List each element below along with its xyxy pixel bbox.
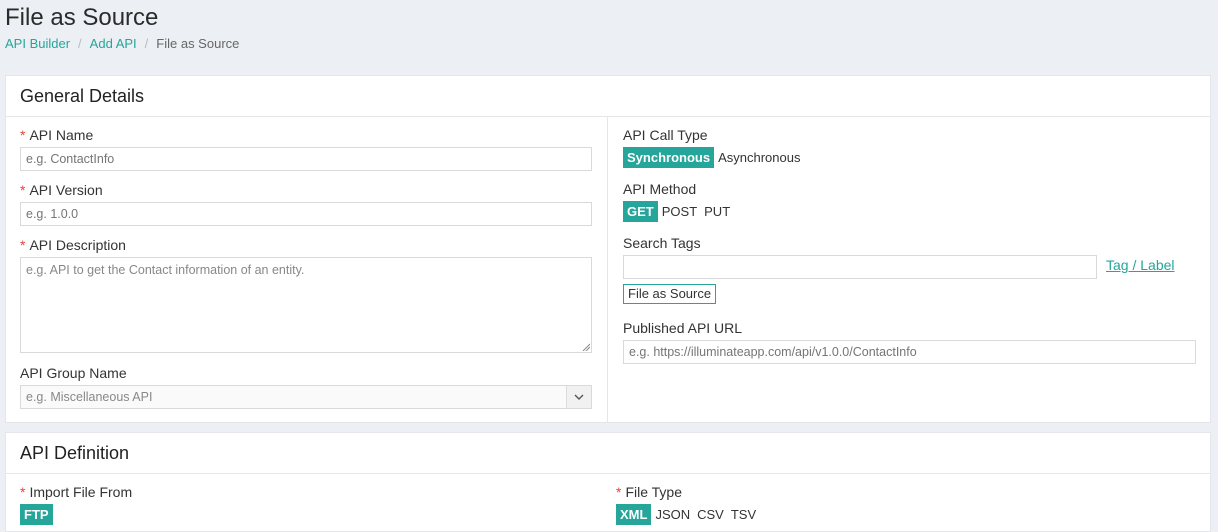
- method-get[interactable]: GET: [623, 201, 658, 222]
- import-file-from-label: * Import File From: [20, 484, 133, 500]
- api-method-group: GET POST PUT: [623, 201, 737, 222]
- breadcrumb-separator: /: [78, 36, 82, 51]
- resize-grip-icon[interactable]: [582, 343, 590, 351]
- api-group-select[interactable]: e.g. Miscellaneous API: [20, 385, 592, 409]
- required-marker: *: [20, 484, 26, 500]
- general-details-card: General Details *API Name *API Version *…: [5, 75, 1211, 423]
- breadcrumb-separator: /: [144, 36, 149, 51]
- published-url-input[interactable]: [623, 340, 1196, 364]
- page-title: File as Source: [5, 4, 159, 31]
- api-version-input[interactable]: [20, 202, 592, 226]
- general-details-heading: General Details: [6, 76, 1210, 117]
- column-divider: [607, 117, 608, 422]
- method-post[interactable]: POST: [662, 204, 697, 219]
- required-marker: *: [20, 127, 26, 143]
- api-call-type-group: Synchronous Asynchronous: [623, 147, 807, 168]
- published-url-label: Published API URL: [623, 320, 743, 336]
- tag-chip[interactable]: File as Source: [623, 284, 717, 304]
- api-definition-card: API Definition * Import File From FTP * Fi…: [5, 432, 1211, 532]
- tag-label-link[interactable]: Tag / Label: [1106, 257, 1175, 273]
- breadcrumb: API Builder / Add API / File as Source: [5, 36, 239, 51]
- breadcrumb-add-api[interactable]: Add API: [90, 36, 137, 51]
- api-name-label: * API Name: [20, 127, 94, 143]
- api-group-selected: e.g. Miscellaneous API: [26, 390, 153, 404]
- method-put[interactable]: PUT: [704, 204, 730, 219]
- chevron-down-icon[interactable]: [566, 386, 591, 408]
- api-description-label: * API Description: [20, 237, 126, 253]
- api-description-placeholder: e.g. API to get the Contact information …: [26, 263, 305, 277]
- api-group-label: API Group Name: [20, 365, 127, 381]
- api-version-label: * API Version: [20, 182, 103, 198]
- api-description-textarea[interactable]: e.g. API to get the Contact information …: [20, 257, 592, 353]
- api-call-type-label: API Call Type: [623, 127, 708, 143]
- breadcrumb-current: File as Source: [156, 36, 240, 51]
- required-marker: *: [20, 182, 26, 198]
- api-name-input[interactable]: [20, 147, 592, 171]
- required-marker: *: [20, 237, 26, 253]
- search-tags-input[interactable]: [623, 255, 1097, 279]
- call-type-synchronous[interactable]: Synchronous: [623, 147, 715, 168]
- api-definition-heading: API Definition: [6, 433, 1210, 474]
- breadcrumb-api-builder[interactable]: API Builder: [5, 36, 70, 51]
- file-type-label: * File Type: [616, 484, 682, 500]
- search-tags-label: Search Tags: [623, 235, 701, 251]
- call-type-asynchronous[interactable]: Asynchronous: [718, 150, 800, 165]
- required-marker: *: [616, 484, 622, 500]
- api-method-label: API Method: [623, 181, 697, 197]
